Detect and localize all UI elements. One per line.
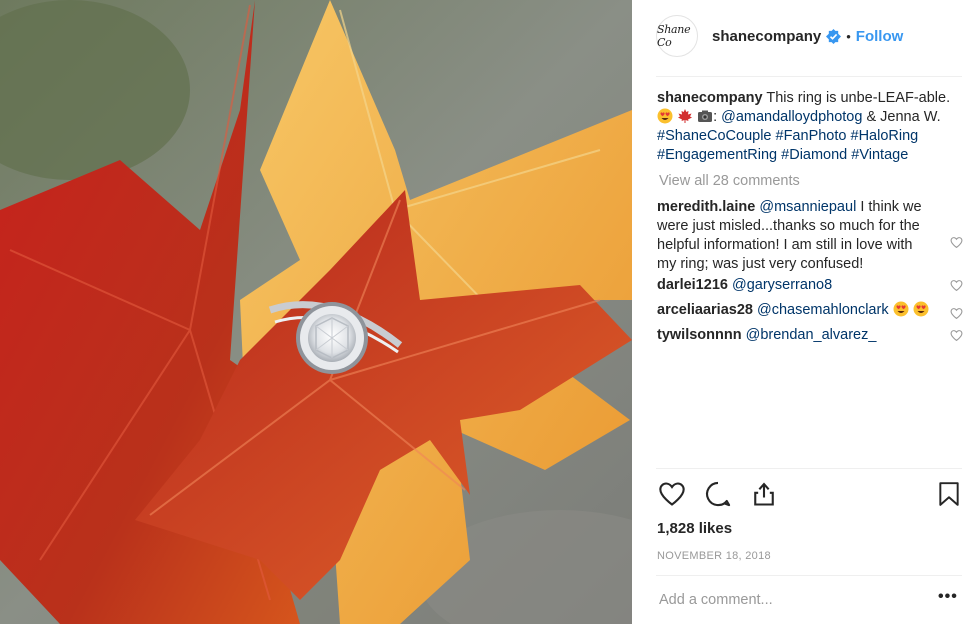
post-header: Shane Co shanecompany • Follow (656, 14, 962, 58)
comment-item: arceliaarias28 @chasemahlonclark (657, 301, 963, 320)
add-comment-input[interactable]: Add a comment... (659, 592, 773, 608)
bookmark-icon[interactable] (936, 480, 962, 508)
hashtag-link[interactable]: #Diamond (781, 147, 847, 163)
share-icon[interactable] (750, 480, 778, 508)
caption-username[interactable]: shanecompany (657, 90, 763, 106)
camera-emoji-icon (698, 110, 713, 122)
avatar-logo-text: Shane Co (657, 23, 691, 49)
caption-text-credit: & Jenna W. (866, 109, 941, 125)
follow-button[interactable]: Follow (856, 28, 904, 45)
comment-mention[interactable]: @garyserrano8 (732, 277, 832, 293)
heart-eyes-emoji-icon (893, 301, 909, 317)
verified-badge-icon (826, 28, 842, 44)
comment-like-heart-icon[interactable] (950, 329, 963, 342)
comment-username[interactable]: tywilsonnnn (657, 327, 742, 343)
comment-icon[interactable] (704, 480, 732, 508)
view-all-comments-link[interactable]: View all 28 comments (659, 172, 963, 191)
heart-eyes-emoji-icon (657, 108, 673, 124)
header-username[interactable]: shanecompany (712, 28, 821, 45)
maple-leaf-emoji-icon (678, 109, 693, 123)
comment-like-heart-icon[interactable] (950, 279, 963, 292)
post-photo[interactable] (0, 0, 632, 624)
post-caption: shanecompany This ring is unbe-LEAF-able… (657, 89, 963, 165)
hashtag-link[interactable]: #FanPhoto (776, 128, 847, 144)
comment-item: tywilsonnnn @brendan_alvarez_ (657, 326, 963, 345)
comment-username[interactable]: meredith.laine (657, 199, 755, 215)
hashtag-link[interactable]: #HaloRing (851, 128, 919, 144)
post-actions (656, 480, 962, 510)
comment-like-heart-icon[interactable] (950, 307, 963, 320)
actions-divider (656, 468, 962, 469)
header-divider (656, 76, 962, 77)
comments-section: shanecompany This ring is unbe-LEAF-able… (657, 89, 963, 345)
post-sidebar: Shane Co shanecompany • Follow shanecomp… (632, 0, 980, 624)
comment-username[interactable]: arceliaarias28 (657, 302, 753, 318)
hashtag-link[interactable]: #EngagementRing (657, 147, 777, 163)
likes-count[interactable]: 1,828 likes (657, 520, 732, 537)
hashtag-link[interactable]: #Vintage (851, 147, 908, 163)
caption-text: This ring is unbe-LEAF-able. (766, 90, 951, 106)
comment-item: meredith.laine @msanniepaul I think we w… (657, 198, 963, 274)
more-icon[interactable]: ••• (938, 588, 958, 606)
avatar[interactable]: Shane Co (656, 15, 698, 57)
add-comment-divider (656, 575, 962, 576)
post-date: NOVEMBER 18, 2018 (657, 550, 771, 562)
caption-colon: : (713, 109, 718, 125)
header-separator: • (846, 28, 851, 44)
comment-like-heart-icon[interactable] (950, 236, 963, 249)
comment-username[interactable]: darlei1216 (657, 277, 728, 293)
hashtag-link[interactable]: #ShaneCoCouple (657, 128, 771, 144)
comment-mention[interactable]: @chasemahlonclark (757, 302, 889, 318)
comment-mention[interactable]: @msanniepaul (759, 199, 856, 215)
heart-eyes-emoji-icon (913, 301, 929, 317)
leaves-ring-image (0, 0, 632, 624)
comment-item: darlei1216 @garyserrano8 (657, 276, 963, 295)
comment-mention[interactable]: @brendan_alvarez_ (746, 327, 877, 343)
heart-icon[interactable] (658, 480, 686, 508)
caption-mention[interactable]: @amandalloydphotog (721, 109, 862, 125)
